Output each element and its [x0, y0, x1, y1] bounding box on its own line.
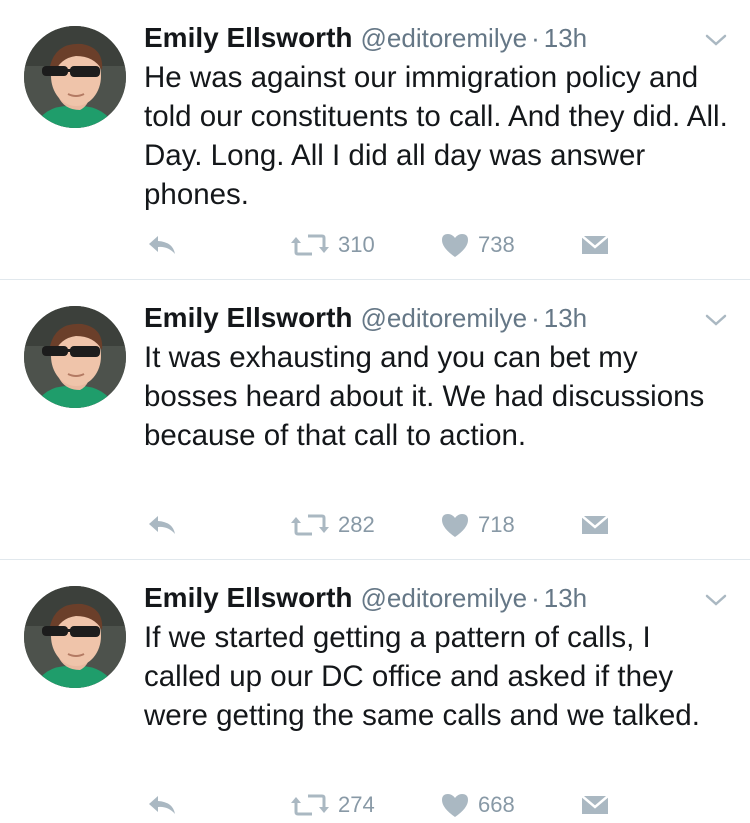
author-name[interactable]: Emily Ellsworth [144, 582, 353, 613]
retweet-count: 282 [338, 512, 375, 537]
tweet-feed: Emily Ellsworth @editoremilye · 13h He was … [0, 0, 750, 823]
tweet-header: Emily Ellsworth @editoremilye · 13h [144, 582, 750, 618]
chevron-down-icon[interactable] [704, 32, 728, 48]
author-name[interactable]: Emily Ellsworth [144, 22, 353, 53]
author-name[interactable]: Emily Ellsworth [144, 302, 353, 333]
retweet-button[interactable]: 310 [290, 228, 375, 262]
heart-icon [440, 792, 470, 818]
tweet-text: He was against our immigration policy an… [144, 61, 728, 211]
author-handle[interactable]: @editoremilye [361, 303, 528, 333]
like-count: 718 [478, 512, 515, 537]
tweet-text: It was exhausting and you can bet my bos… [144, 341, 705, 452]
like-count: 738 [478, 232, 515, 257]
avatar[interactable] [24, 26, 126, 128]
tweet[interactable]: Emily Ellsworth @editoremilye · 13h It was … [0, 280, 750, 560]
retweet-icon [290, 792, 330, 818]
chevron-down-icon[interactable] [704, 312, 728, 328]
separator-dot: · [531, 303, 540, 333]
direct-message-button[interactable] [580, 228, 610, 262]
tweet-text: If we started getting a pattern of calls… [144, 621, 700, 732]
direct-message-icon [580, 792, 610, 818]
avatar[interactable] [24, 306, 126, 408]
author-handle[interactable]: @editoremilye [361, 23, 528, 53]
like-button[interactable]: 718 [440, 508, 515, 542]
separator-dot: · [531, 583, 540, 613]
author-handle[interactable]: @editoremilye [361, 583, 528, 613]
direct-message-button[interactable] [580, 508, 610, 542]
reply-button[interactable] [146, 508, 178, 542]
tweet-actions: 274 668 [144, 788, 624, 822]
heart-icon [440, 512, 470, 538]
retweet-icon [290, 232, 330, 258]
tweet-header: Emily Ellsworth @editoremilye · 13h [144, 302, 750, 338]
reply-button[interactable] [146, 788, 178, 822]
timestamp[interactable]: 13h [544, 583, 587, 613]
separator-dot: · [531, 23, 540, 53]
reply-icon [146, 232, 178, 258]
reply-button[interactable] [146, 228, 178, 262]
direct-message-button[interactable] [580, 788, 610, 822]
like-button[interactable]: 738 [440, 228, 515, 262]
tweet[interactable]: Emily Ellsworth @editoremilye · 13h If we s… [0, 560, 750, 823]
chevron-down-icon[interactable] [704, 592, 728, 608]
reply-icon [146, 512, 178, 538]
retweet-count: 310 [338, 232, 375, 257]
like-button[interactable]: 668 [440, 788, 515, 822]
tweet-actions: 282 718 [144, 508, 624, 542]
retweet-button[interactable]: 282 [290, 508, 375, 542]
retweet-count: 274 [338, 792, 375, 817]
tweet-actions: 310 738 [144, 228, 624, 262]
direct-message-icon [580, 232, 610, 258]
tweet-header: Emily Ellsworth @editoremilye · 13h [144, 22, 750, 58]
avatar[interactable] [24, 586, 126, 688]
timestamp[interactable]: 13h [544, 23, 587, 53]
heart-icon [440, 232, 470, 258]
tweet[interactable]: Emily Ellsworth @editoremilye · 13h He was … [0, 0, 750, 280]
timestamp[interactable]: 13h [544, 303, 587, 333]
reply-icon [146, 792, 178, 818]
retweet-button[interactable]: 274 [290, 788, 375, 822]
direct-message-icon [580, 512, 610, 538]
retweet-icon [290, 512, 330, 538]
like-count: 668 [478, 792, 515, 817]
